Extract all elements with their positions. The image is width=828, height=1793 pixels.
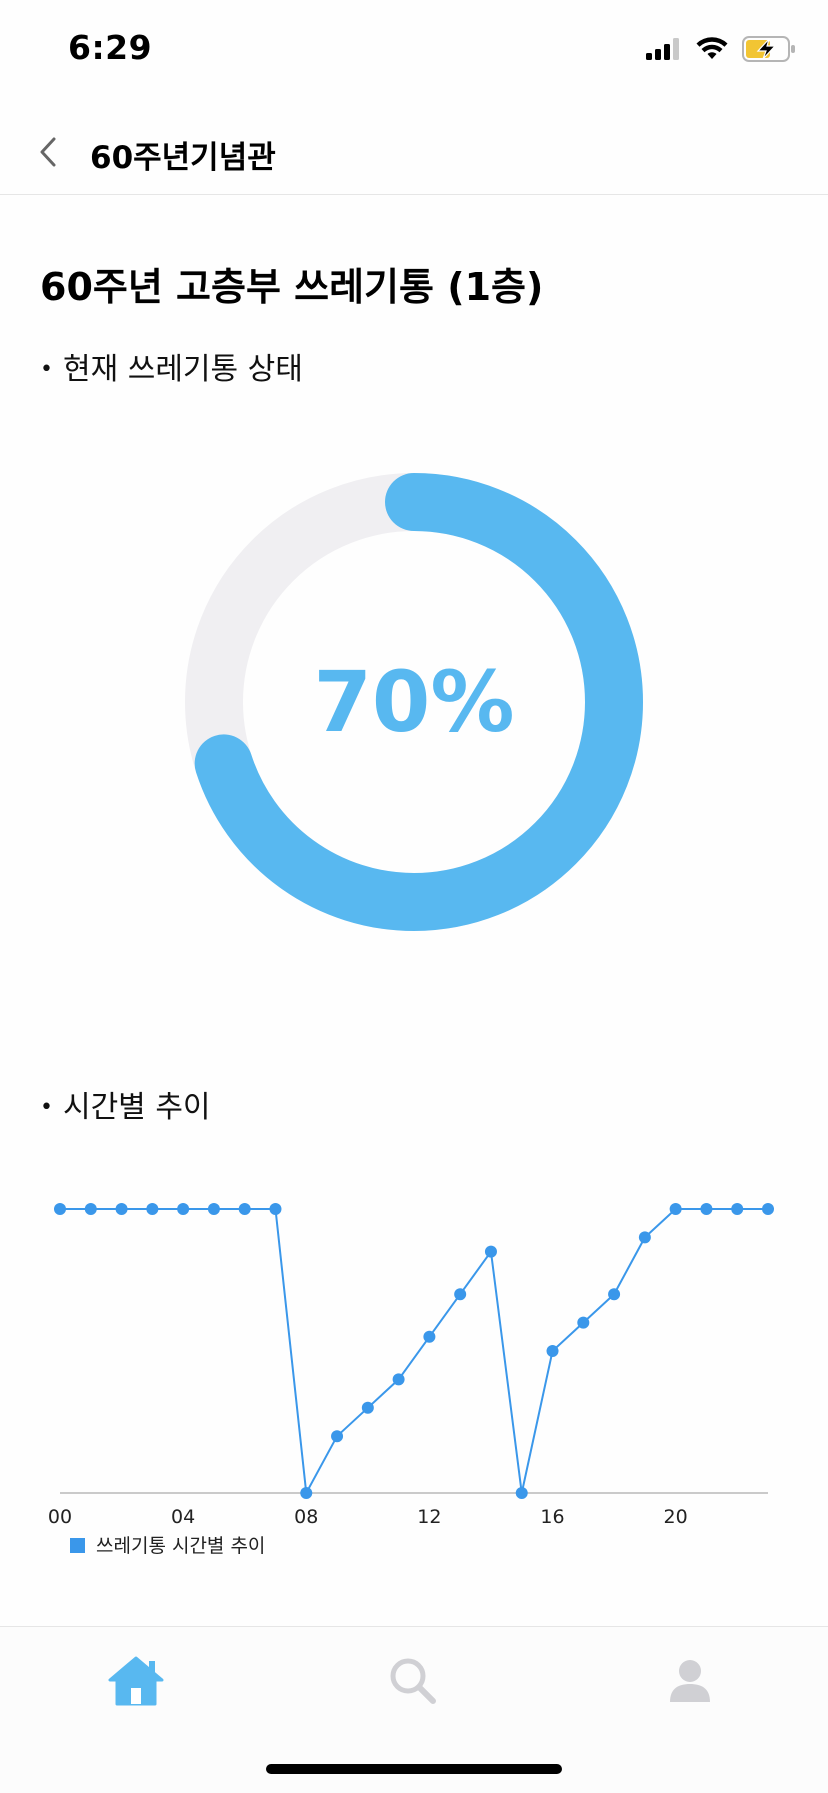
data-point <box>115 1203 128 1215</box>
data-point <box>84 1203 97 1215</box>
x-tick-label: 20 <box>664 1506 688 1528</box>
trend-label-text: 시간별 추이 <box>62 1090 211 1125</box>
data-point <box>484 1245 497 1258</box>
x-tick-label: 04 <box>171 1506 195 1528</box>
data-point <box>762 1203 774 1215</box>
x-tick-label: 12 <box>417 1506 441 1528</box>
data-point <box>423 1330 436 1343</box>
data-point <box>207 1203 220 1215</box>
back-button[interactable] <box>28 128 68 176</box>
data-point <box>238 1203 251 1215</box>
user-icon <box>670 1660 710 1702</box>
status-icons <box>646 34 796 64</box>
bullet-dot: • <box>40 357 53 382</box>
legend-label: 쓰레기통 시간별 추이 <box>96 1535 265 1557</box>
status-bar: 6:29 <box>0 0 828 100</box>
data-point <box>300 1487 313 1499</box>
data-point <box>392 1373 405 1386</box>
data-point <box>177 1203 190 1215</box>
home-icon <box>108 1656 164 1706</box>
data-point <box>331 1430 344 1443</box>
data-point <box>669 1203 682 1215</box>
wifi-icon <box>696 37 728 59</box>
data-point <box>361 1401 374 1414</box>
data-point <box>638 1231 651 1244</box>
cellular-signal-icon <box>646 38 679 60</box>
tab-search[interactable] <box>373 1641 453 1721</box>
data-point <box>515 1487 528 1499</box>
data-point <box>731 1203 744 1215</box>
trend-label: • 시간별 추이 <box>40 1082 211 1126</box>
data-point <box>146 1203 159 1215</box>
status-time: 6:29 <box>68 28 153 67</box>
x-tick-label: 00 <box>48 1506 72 1528</box>
data-point <box>269 1203 282 1215</box>
page-title: 60주년 고층부 쓰레기통 (1층) <box>40 265 544 309</box>
data-point <box>546 1345 559 1357</box>
bullet-dot: • <box>40 1095 53 1120</box>
search-icon <box>390 1658 436 1704</box>
nav-title: 60주년기념관 <box>90 140 276 176</box>
tab-profile[interactable] <box>650 1641 730 1721</box>
data-point <box>700 1203 713 1215</box>
data-point <box>577 1316 590 1329</box>
home-indicator <box>266 1764 562 1774</box>
x-tick-label: 16 <box>540 1506 564 1528</box>
series-line <box>60 1208 768 1497</box>
data-point <box>54 1203 66 1215</box>
x-tick-label: 08 <box>294 1506 318 1528</box>
fill-percent-text: 70% <box>313 653 515 751</box>
data-point <box>608 1288 621 1301</box>
legend-swatch <box>70 1538 85 1553</box>
hourly-trend-chart: 00 04 08 12 16 20 쓰레기통 시간별 추이 <box>48 1203 774 1557</box>
navigation-bar: 60주년기념관 <box>0 110 828 195</box>
chevron-left-icon <box>40 137 56 167</box>
data-point <box>454 1288 467 1301</box>
current-status-label-text: 현재 쓰레기통 상태 <box>62 352 303 387</box>
current-status-label: • 현재 쓰레기통 상태 <box>40 344 303 388</box>
battery-charging-icon <box>742 36 795 62</box>
tab-home[interactable] <box>96 1641 176 1721</box>
